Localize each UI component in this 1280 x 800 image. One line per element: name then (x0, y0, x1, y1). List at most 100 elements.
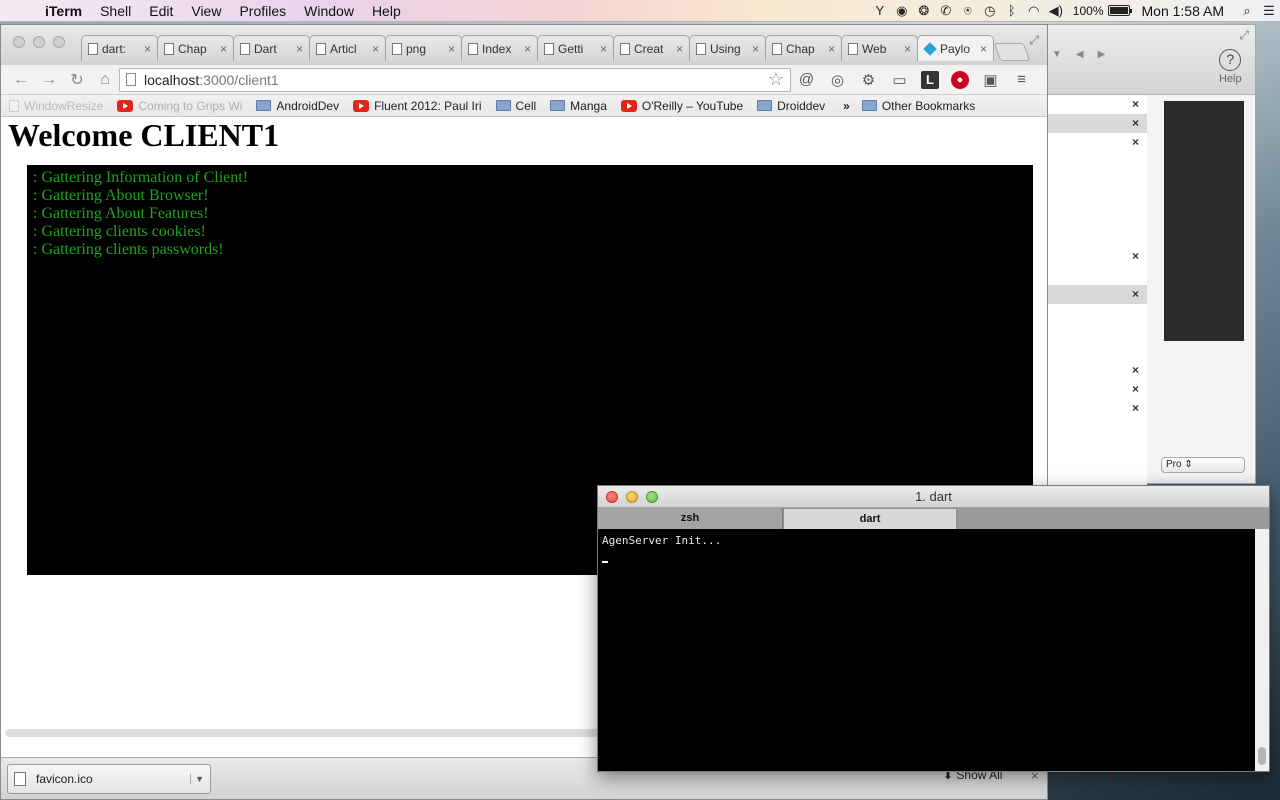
list-item[interactable] (1047, 342, 1147, 361)
list-item[interactable]: × (1047, 133, 1147, 152)
l-extension-icon[interactable]: L (921, 70, 939, 89)
list-item[interactable]: × (1047, 114, 1147, 133)
browser-tab[interactable]: Using × (689, 35, 766, 61)
background-select[interactable]: Pro ⇕ (1161, 457, 1245, 473)
close-tab-icon[interactable]: × (828, 42, 835, 56)
menu-help[interactable]: Help (363, 3, 410, 19)
close-tab-icon[interactable]: × (448, 42, 455, 56)
refresh-icon[interactable]: ↻ (1064, 772, 1076, 789)
close-icon[interactable]: × (1132, 287, 1139, 301)
evernote-icon[interactable]: ❂ (913, 3, 935, 19)
record-icon[interactable]: ◉ (891, 3, 913, 19)
stop-extension-icon[interactable]: ● (951, 70, 969, 89)
address-bar[interactable]: localhost:3000/client1 ☆ (119, 67, 791, 92)
terminal-scrollbar[interactable] (1255, 529, 1269, 771)
forward-arrow-icon[interactable]: ▶ (1098, 49, 1106, 60)
minimize-window-button[interactable] (33, 36, 45, 48)
terminal-output[interactable]: AgenServer Init... (598, 529, 1255, 771)
reload-icon[interactable]: ↻ (63, 70, 91, 90)
close-tab-icon[interactable]: × (296, 42, 303, 56)
browser-tab[interactable]: Web × (841, 35, 918, 61)
wifi-icon[interactable]: ◠ (1023, 3, 1045, 19)
spiral-extension-icon[interactable]: @ (791, 71, 822, 88)
battery-icon[interactable] (1107, 5, 1132, 16)
zoom-window-button[interactable] (646, 491, 658, 503)
bookmark-item[interactable]: Manga (550, 99, 607, 113)
close-tab-icon[interactable]: × (904, 42, 911, 56)
menu-view[interactable]: View (182, 3, 230, 19)
close-icon[interactable]: × (1132, 401, 1139, 415)
browser-tab[interactable]: Chap × (765, 35, 842, 61)
heart-icon[interactable]: ♥ (1108, 772, 1116, 789)
dropdown-arrow-icon[interactable]: ▼ (1052, 49, 1062, 60)
download-item[interactable]: favicon.ico ▼ (7, 764, 211, 794)
bookmark-item[interactable]: Droiddev (757, 99, 825, 113)
help-button[interactable]: ? Help (1219, 49, 1242, 85)
back-icon[interactable]: ← (7, 71, 35, 89)
menu-window[interactable]: Window (295, 3, 363, 19)
close-tab-icon[interactable]: × (980, 42, 987, 56)
list-item[interactable]: × (1047, 399, 1147, 418)
browser-tab[interactable]: Chap × (157, 35, 234, 61)
wave-extension-icon[interactable]: ◎ (822, 71, 853, 89)
browser-tab-active[interactable]: Paylo × (917, 35, 994, 61)
close-icon[interactable]: × (1132, 116, 1139, 130)
bluetooth-icon[interactable]: ᛒ (1001, 3, 1023, 18)
tab-dart[interactable]: dart (783, 508, 957, 529)
list-item[interactable] (1047, 171, 1147, 190)
home-icon[interactable]: ⌂ (91, 71, 119, 89)
scrollbar-thumb[interactable] (1258, 747, 1266, 765)
close-icon[interactable]: × (1132, 363, 1139, 377)
menu-icon[interactable]: ≡ (1006, 71, 1037, 88)
list-item[interactable]: × (1047, 95, 1147, 114)
menu-edit[interactable]: Edit (140, 3, 182, 19)
browser-tab[interactable]: dart: × (81, 35, 158, 61)
menu-shell[interactable]: Shell (91, 3, 140, 19)
bookmark-item[interactable]: Coming to Grips Wi (117, 99, 242, 113)
browser-tab[interactable]: png × (385, 35, 462, 61)
branch-icon[interactable]: ⑂ (1128, 772, 1136, 789)
close-window-button[interactable] (13, 36, 25, 48)
tab-zsh[interactable]: zsh (598, 508, 783, 529)
list-item[interactable] (1047, 266, 1147, 285)
zoom-window-button[interactable] (53, 36, 65, 48)
browser-tab[interactable]: Creat × (613, 35, 690, 61)
forward-icon[interactable]: → (35, 71, 63, 89)
list-item[interactable]: × (1047, 285, 1147, 304)
battery-percent[interactable]: 100% (1067, 4, 1106, 18)
browser-tab[interactable]: Dart × (233, 35, 310, 61)
fullscreen-icon[interactable]: ⤢ (1029, 33, 1039, 48)
accessibility-icon[interactable]: ⍟ (957, 3, 979, 19)
bookmark-item[interactable]: Fluent 2012: Paul Iri (353, 99, 482, 113)
close-tab-icon[interactable]: × (220, 42, 227, 56)
menu-app-name[interactable]: iTerm (36, 3, 91, 19)
close-window-button[interactable] (606, 491, 618, 503)
menu-profiles[interactable]: Profiles (230, 3, 295, 19)
bookmarks-overflow-icon[interactable]: » (843, 99, 850, 113)
menu-clock[interactable]: Mon 1:58 AM (1136, 3, 1237, 19)
bookmark-item[interactable]: WindowResize (9, 99, 103, 113)
list-item[interactable] (1047, 152, 1147, 171)
phone-icon[interactable]: ✆ (935, 3, 957, 19)
close-tab-icon[interactable]: × (372, 42, 379, 56)
list-item[interactable]: × (1047, 380, 1147, 399)
bookmark-item[interactable]: AndroidDev (256, 99, 339, 113)
antenna-icon[interactable]: Y (869, 3, 891, 18)
bookmark-star-icon[interactable]: ☆ (768, 69, 784, 90)
spotlight-search-icon[interactable]: ⌕ (1236, 3, 1258, 19)
new-tab-button[interactable] (993, 43, 1031, 61)
browser-tab[interactable]: Articl × (309, 35, 386, 61)
bookmark-item[interactable]: O'Reilly – YouTube (620, 99, 743, 113)
gear-icon[interactable]: ⚙ (853, 71, 884, 89)
ruler-extension-icon[interactable]: ▭ (884, 71, 915, 89)
screen-extension-icon[interactable]: ▣ (975, 71, 1006, 89)
volume-icon[interactable]: ◀) (1045, 3, 1067, 19)
close-tab-icon[interactable]: × (600, 42, 607, 56)
notification-center-icon[interactable]: ☰ (1258, 3, 1280, 19)
close-tab-icon[interactable]: × (676, 42, 683, 56)
list-item[interactable] (1047, 190, 1147, 209)
browser-tab[interactable]: Getti × (537, 35, 614, 61)
close-icon[interactable]: × (1132, 249, 1139, 263)
browser-tab[interactable]: Index × (461, 35, 538, 61)
back-arrow-icon[interactable]: ◀ (1076, 49, 1084, 60)
